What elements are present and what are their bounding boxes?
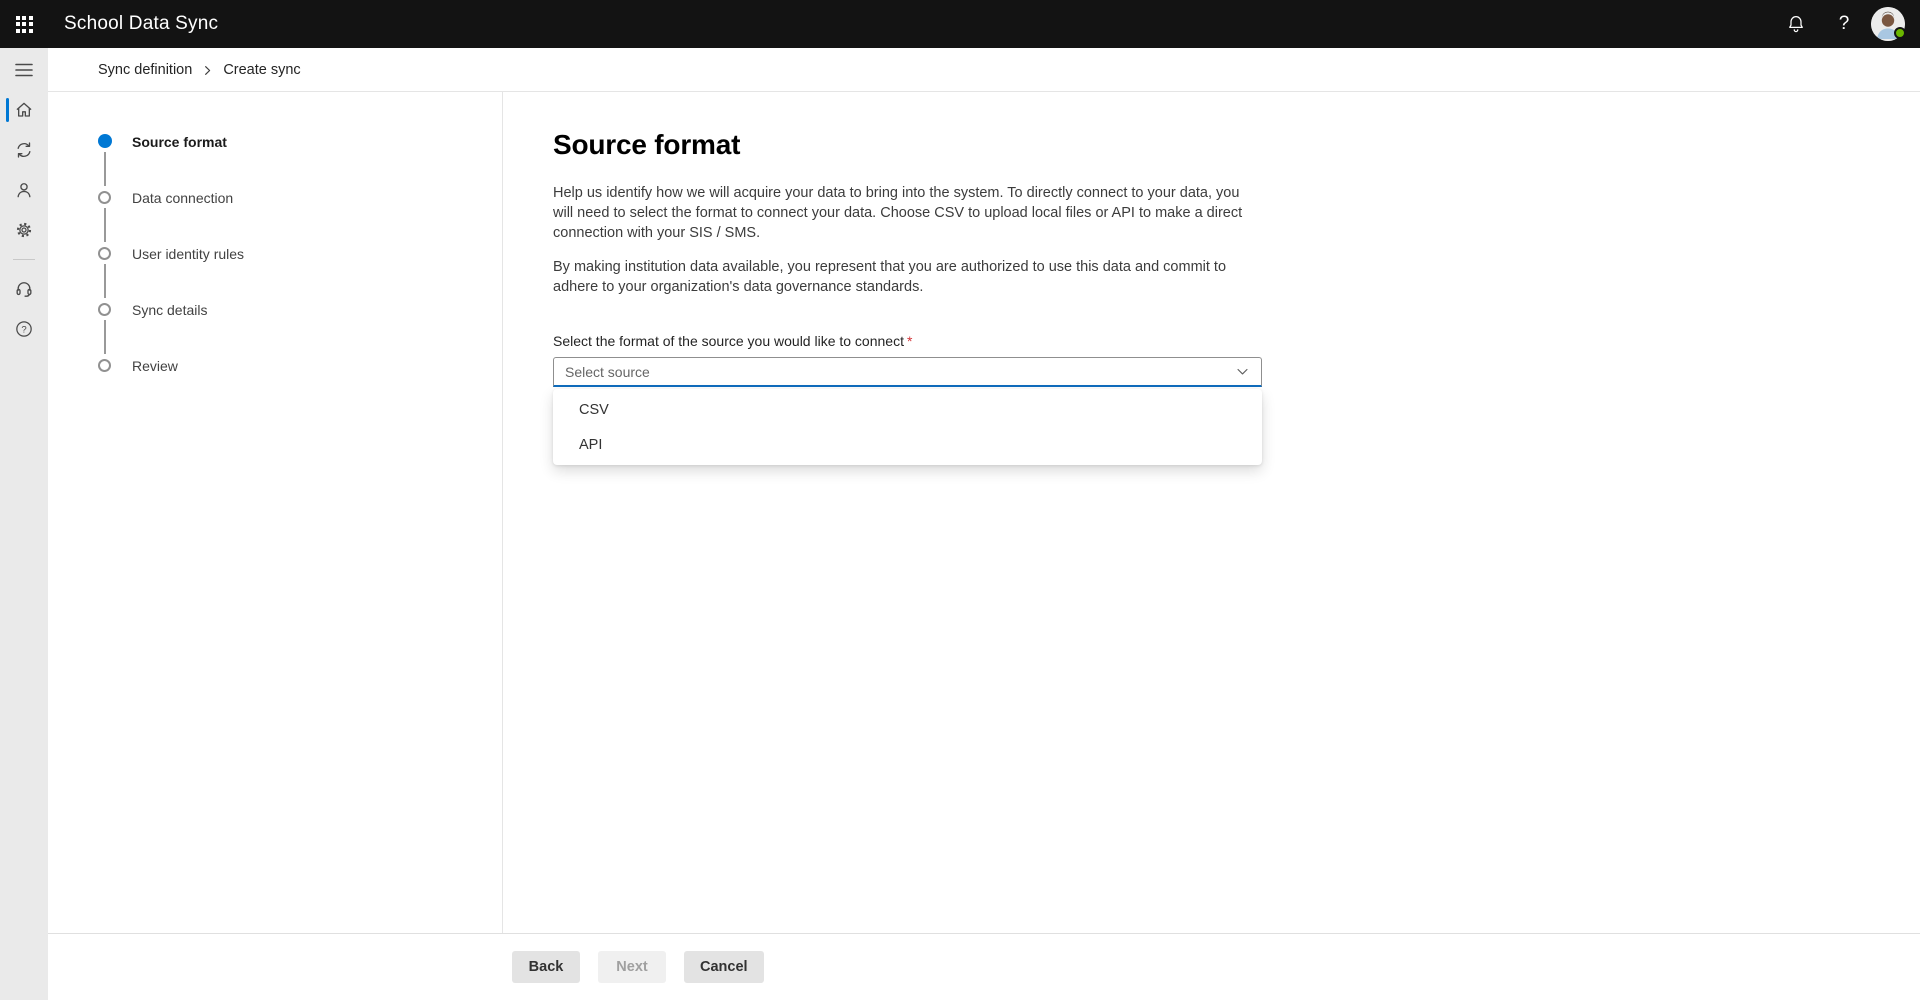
step-user-identity-rules: User identity rules — [98, 246, 502, 302]
sidebar-item-help[interactable]: ? — [0, 309, 48, 349]
intro-paragraph: Help us identify how we will acquire you… — [553, 185, 1243, 241]
app-shell: ? Sync definition Create sync Source for… — [0, 48, 1920, 1000]
headset-icon — [16, 282, 32, 297]
app-launcher-button[interactable] — [0, 0, 48, 48]
content-area: Sync definition Create sync Source forma… — [48, 48, 1920, 1000]
sidebar-item-sync[interactable] — [0, 130, 48, 170]
step-dot-active — [98, 134, 112, 148]
global-nav-menu-icon — [15, 63, 33, 77]
sidebar: ? — [0, 48, 48, 1000]
help-button[interactable]: ? — [1820, 0, 1868, 48]
sidebar-divider — [13, 259, 35, 260]
back-button[interactable]: Back — [512, 951, 580, 983]
governance-paragraph: By making institution data available, yo… — [553, 259, 1227, 295]
topbar: School Data Sync ? — [0, 0, 1920, 48]
step-data-connection: Data connection — [98, 190, 502, 246]
people-icon — [17, 183, 31, 198]
source-format-dropdown-menu: CSV API — [553, 389, 1262, 465]
help-icon: ? — [1838, 13, 1850, 34]
source-format-combobox[interactable]: Select source — [553, 357, 1262, 387]
sidebar-item-home[interactable] — [0, 90, 48, 130]
step-source-format: Source format — [98, 134, 502, 190]
step-dot — [98, 302, 111, 316]
notifications-button[interactable] — [1772, 0, 1820, 48]
wizard-body: Source format Data connection User ident… — [48, 92, 1920, 933]
wizard-stepper: Source format Data connection User ident… — [48, 92, 503, 933]
step-sync-details: Sync details — [98, 302, 502, 358]
account-button[interactable] — [1868, 0, 1914, 48]
source-format-field-label: Select the format of the source you woul… — [553, 333, 913, 349]
chevron-right-icon — [202, 65, 213, 76]
required-asterisk: * — [906, 333, 913, 349]
option-csv[interactable]: CSV — [553, 392, 1262, 427]
combobox-placeholder: Select source — [565, 363, 650, 380]
chevron-down-icon — [1237, 368, 1248, 375]
home-icon — [16, 102, 32, 117]
sidebar-item-settings[interactable] — [0, 210, 48, 250]
sidebar-item-support[interactable] — [0, 269, 48, 309]
step-dot — [98, 190, 111, 204]
app-title: School Data Sync — [64, 13, 219, 34]
step-dot — [98, 358, 111, 372]
help-circle-icon: ? — [16, 321, 32, 337]
sync-icon — [17, 142, 31, 158]
breadcrumb-item-create-sync: Create sync — [223, 61, 301, 78]
svg-text:?: ? — [21, 325, 26, 336]
sidebar-item-users[interactable] — [0, 170, 48, 210]
settings-icon — [16, 222, 32, 238]
topbar-actions: ? — [1772, 0, 1920, 48]
step-dot — [98, 246, 111, 260]
page-title: Source format — [553, 129, 741, 160]
breadcrumb: Sync definition Create sync — [48, 48, 1920, 92]
presence-available-badge — [1894, 27, 1906, 39]
next-button[interactable]: Next — [598, 951, 666, 983]
bell-icon — [1789, 16, 1803, 33]
cancel-button[interactable]: Cancel — [684, 951, 764, 983]
app-launcher-icon — [15, 15, 33, 33]
main-panel: Source format Help us identify how we wi… — [503, 92, 1920, 933]
wizard-footer: Back Next Cancel — [48, 933, 1920, 1000]
nav-collapse-button[interactable] — [0, 50, 48, 90]
breadcrumb-item-sync-definition[interactable]: Sync definition — [98, 62, 192, 78]
option-api[interactable]: API — [553, 427, 1262, 462]
step-review: Review — [98, 358, 502, 373]
